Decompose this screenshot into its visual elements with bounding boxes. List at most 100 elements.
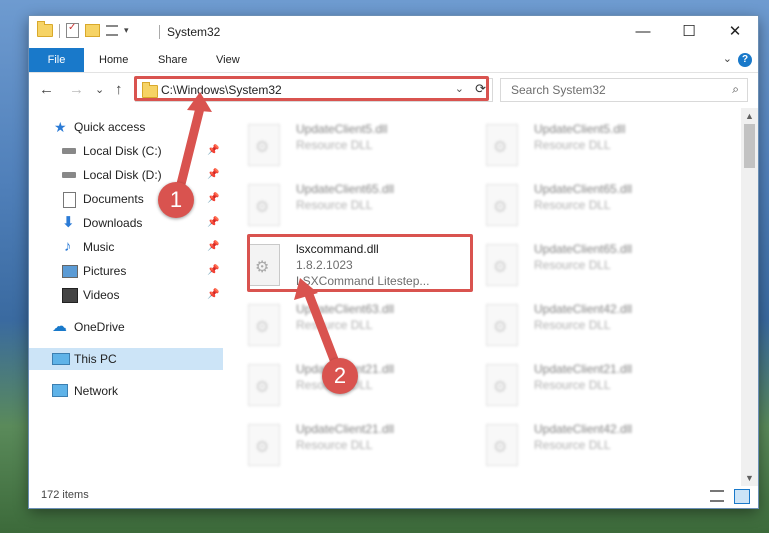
minimize-button[interactable]: — (620, 16, 666, 48)
file-name: UpdateClient42.dll (534, 422, 633, 436)
up-button[interactable]: ↑ (115, 81, 123, 98)
sidebar-item-label: Downloads (83, 216, 143, 230)
file-item[interactable]: UpdateClient42.dll Resource DLL (464, 296, 694, 352)
file-item[interactable]: UpdateClient5.dll Resource DLL (464, 116, 694, 172)
search-input[interactable]: Search System32 (511, 83, 606, 97)
file-description: Resource DLL (296, 198, 373, 212)
sidebar-item-music[interactable]: ♪ Music 📌 (29, 236, 223, 258)
sidebar-item-label: Documents (83, 192, 144, 206)
pin-icon[interactable]: 📌 (207, 236, 219, 258)
item-count: 172 items (41, 489, 89, 501)
sidebar-item-this-pc[interactable]: This PC (29, 348, 223, 370)
status-bar: 172 items (29, 486, 758, 508)
file-description: Resource DLL (296, 438, 373, 452)
file-name: UpdateClient42.dll (534, 302, 633, 316)
pin-icon[interactable]: 📌 (207, 164, 219, 186)
sidebar-item-quick-access[interactable]: ★ Quick access (29, 116, 223, 138)
new-folder-icon[interactable] (85, 24, 100, 37)
tab-home[interactable]: Home (99, 48, 128, 72)
customize-toolbar-icon[interactable] (106, 25, 118, 36)
search-box[interactable]: Search System32 ⌕ (500, 78, 748, 102)
pin-icon[interactable]: 📌 (207, 260, 219, 282)
sidebar-item-local-disk-d[interactable]: Local Disk (D:) 📌 (29, 164, 223, 186)
sidebar-item-label: Quick access (74, 120, 146, 134)
dll-file-icon (248, 424, 280, 466)
file-item[interactable]: UpdateClient65.dll Resource DLL (226, 176, 456, 232)
sidebar-item-downloads[interactable]: ⬇ Downloads 📌 (29, 212, 223, 234)
title-bar: ▾ System32 — ☐ ✕ (29, 16, 758, 48)
file-description: Resource DLL (534, 318, 611, 332)
pin-icon[interactable]: 📌 (207, 284, 219, 306)
tab-share[interactable]: Share (158, 48, 187, 72)
computer-icon (52, 353, 70, 365)
pin-icon[interactable]: 📌 (207, 212, 219, 234)
sidebar-item-label: Videos (83, 288, 120, 302)
dll-file-icon (248, 304, 280, 346)
file-item[interactable]: UpdateClient21.dll Resource DLL (464, 356, 694, 412)
dll-file-icon (248, 364, 280, 406)
close-button[interactable]: ✕ (712, 16, 758, 48)
file-description: Resource DLL (296, 318, 373, 332)
drive-icon (62, 148, 76, 154)
file-description: Resource DLL (534, 138, 611, 152)
maximize-button[interactable]: ☐ (666, 16, 712, 48)
pictures-icon (62, 265, 78, 278)
expand-ribbon-icon[interactable]: ⌄ (723, 52, 732, 65)
file-description: Resource DLL (296, 138, 373, 152)
back-button[interactable]: ← (39, 81, 54, 98)
file-item[interactable]: UpdateClient63.dll Resource DLL (226, 296, 456, 352)
file-item[interactable]: UpdateClient65.dll Resource DLL (464, 176, 694, 232)
tab-file[interactable]: File (29, 48, 84, 72)
navigation-pane: ★ Quick access Local Disk (C:) 📌 Local D… (29, 108, 223, 478)
file-list: UpdateClient5.dll Resource DLL UpdateCli… (226, 108, 738, 478)
file-item[interactable]: UpdateClient21.dll Resource DLL (226, 416, 456, 472)
dll-file-icon (248, 184, 280, 226)
sidebar-item-videos[interactable]: Videos 📌 (29, 284, 223, 306)
ribbon-tabs: File Home Share View ⌄ ? (29, 48, 758, 73)
network-icon (52, 384, 68, 397)
file-item[interactable]: UpdateClient42.dll Resource DLL (464, 416, 694, 472)
tab-view[interactable]: View (216, 48, 240, 72)
scrollbar-thumb[interactable] (744, 124, 755, 168)
file-item[interactable]: UpdateClient65.dll Resource DLL (464, 236, 694, 292)
file-name: UpdateClient65.dll (534, 242, 633, 256)
file-name: UpdateClient65.dll (534, 182, 633, 196)
download-icon: ⬇ (62, 214, 75, 231)
sidebar-item-network[interactable]: Network (29, 380, 223, 402)
sidebar-item-label: Pictures (83, 264, 127, 278)
dll-file-icon (486, 124, 518, 166)
dll-file-icon (486, 424, 518, 466)
file-name: UpdateClient21.dll (296, 422, 395, 436)
file-item[interactable]: UpdateClient5.dll Resource DLL (226, 116, 456, 172)
sidebar-item-label: Music (83, 240, 115, 254)
large-icons-view-icon[interactable] (734, 489, 750, 504)
help-icon[interactable]: ? (738, 53, 752, 67)
details-view-icon[interactable] (710, 490, 724, 502)
forward-button[interactable]: → (69, 81, 84, 98)
documents-icon (63, 192, 76, 208)
dll-file-icon (486, 304, 518, 346)
sidebar-item-local-disk-c[interactable]: Local Disk (C:) 📌 (29, 140, 223, 162)
scroll-up-icon[interactable]: ▲ (745, 111, 754, 121)
vertical-scrollbar[interactable]: ▲ ▼ (741, 108, 758, 486)
videos-icon (62, 288, 78, 303)
sidebar-item-label: Network (74, 384, 119, 398)
scroll-down-icon[interactable]: ▼ (745, 473, 754, 483)
pin-icon[interactable]: 📌 (207, 188, 219, 210)
sidebar-item-onedrive[interactable]: ☁ OneDrive (29, 316, 223, 338)
recent-locations-button[interactable]: ⌄ (95, 83, 104, 96)
quick-access-toolbar: ▾ (37, 21, 129, 38)
dll-file-icon (486, 244, 518, 286)
pin-icon[interactable]: 📌 (207, 140, 219, 162)
file-name: UpdateClient65.dll (296, 182, 395, 196)
music-icon: ♪ (64, 238, 72, 255)
properties-icon[interactable] (66, 22, 79, 38)
search-icon[interactable]: ⌕ (732, 82, 739, 97)
cloud-icon: ☁ (52, 318, 67, 335)
sidebar-item-pictures[interactable]: Pictures 📌 (29, 260, 223, 282)
callout-1: 1 (158, 182, 194, 218)
chevron-down-icon[interactable]: ▾ (124, 25, 129, 36)
dll-file-icon (486, 184, 518, 226)
file-name: UpdateClient21.dll (534, 362, 633, 376)
sidebar-item-label: Local Disk (D:) (83, 168, 162, 182)
